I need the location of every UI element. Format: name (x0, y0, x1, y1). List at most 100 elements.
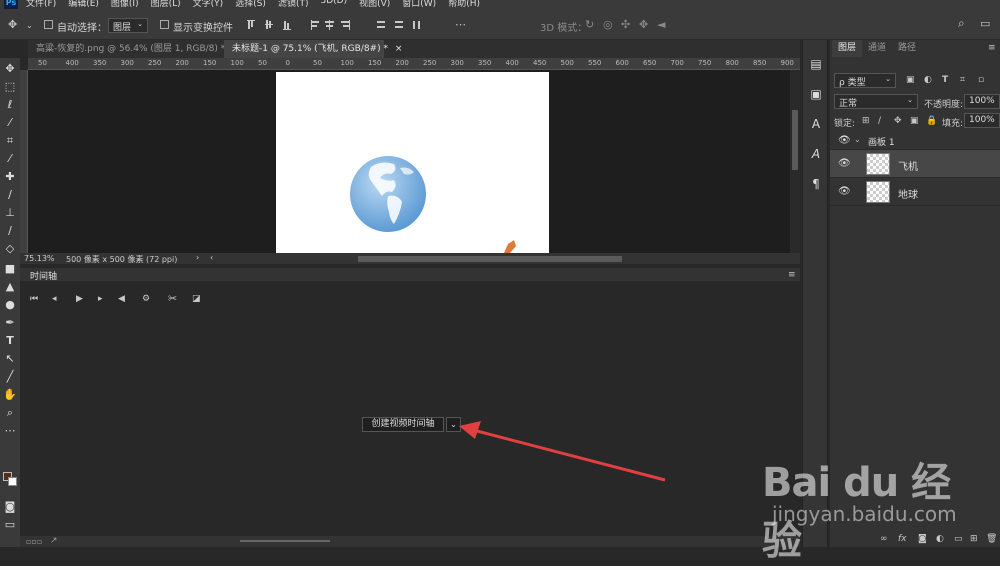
background-color-swatch[interactable] (8, 477, 17, 486)
more-tools-icon[interactable]: ⋯ (2, 424, 18, 438)
move-tool-icon[interactable]: ✥ (8, 19, 17, 30)
lasso-tool-icon[interactable]: ℓ (2, 98, 18, 112)
blur-tool-icon[interactable]: ▲ (2, 280, 18, 294)
frame-rate-icon[interactable]: ▫▫▫ (26, 537, 42, 546)
lock-position-icon[interactable]: ✥ (894, 116, 902, 127)
visibility-eye-icon[interactable]: 👁 (838, 158, 851, 169)
menu-view[interactable]: 视图(V) (359, 0, 390, 9)
auto-select-dropdown[interactable]: 图层 ⌄ (108, 18, 148, 33)
scroll-left-icon[interactable]: ‹ (210, 253, 213, 262)
close-icon[interactable]: × (395, 44, 403, 54)
slide-3d-icon[interactable]: ✥ (639, 19, 648, 30)
align-icons[interactable] (245, 18, 435, 32)
vertical-scrollbar[interactable] (790, 70, 800, 253)
orbit-3d-icon[interactable]: ↻ (585, 19, 594, 30)
lock-pixels-icon[interactable]: ∕ (878, 116, 881, 127)
zoom-tool-icon[interactable]: ⌕ (2, 406, 18, 420)
zoom-slider[interactable] (240, 540, 330, 542)
screen-mode-icon[interactable]: ▭ (2, 518, 18, 532)
menu-file[interactable]: 文件(F) (26, 0, 56, 9)
settings-gear-icon[interactable]: ⚙ (142, 294, 150, 305)
filter-shape-icon[interactable]: ⌗ (960, 75, 965, 86)
pan-3d-icon[interactable]: ✣ (621, 19, 630, 30)
panel-menu-icon[interactable]: ≡ (788, 270, 796, 281)
quick-mask-icon[interactable]: ◙ (2, 500, 18, 514)
healing-brush-icon[interactable]: ✚ (2, 170, 18, 184)
line-tool-icon[interactable]: ╱ (2, 370, 18, 384)
gradient-tool-icon[interactable]: ■ (2, 262, 18, 276)
new-group-icon[interactable]: ▭ (954, 534, 963, 545)
filter-pixel-icon[interactable]: ▣ (906, 75, 915, 86)
next-frame-icon[interactable]: ▸ (98, 294, 103, 305)
previous-frame-icon[interactable]: ◂ (52, 294, 57, 305)
filter-adjustment-icon[interactable]: ◐ (924, 75, 932, 86)
show-transform-checkbox[interactable] (160, 20, 169, 30)
zoom-level[interactable]: 75.13% (24, 254, 55, 263)
more-options-icon[interactable]: ⋯ (455, 19, 466, 30)
layer-row-airplane[interactable]: 👁 飞机 (830, 150, 1000, 178)
menu-select[interactable]: 选择(S) (235, 0, 266, 9)
panel-menu-icon[interactable]: ≡ (988, 43, 996, 54)
properties-panel-icon[interactable]: ▣ (808, 86, 824, 102)
first-frame-icon[interactable]: ⏮ (30, 294, 38, 305)
pen-tool-icon[interactable]: ✒ (2, 316, 18, 330)
chevron-right-icon[interactable]: › (196, 253, 199, 262)
blend-mode-dropdown[interactable]: 正常 ⌄ (834, 94, 918, 109)
new-layer-icon[interactable]: ⊞ (970, 534, 978, 545)
history-panel-icon[interactable]: ▤ (808, 56, 824, 72)
crop-tool-icon[interactable]: ⌗ (2, 134, 18, 148)
lock-transparent-icon[interactable]: ⊞ (862, 116, 870, 127)
character-panel-icon[interactable]: A (808, 116, 824, 132)
menu-edit[interactable]: 编辑(E) (68, 0, 99, 9)
timeline-title[interactable]: 时间轴 (30, 269, 57, 282)
glyphs-panel-icon[interactable]: A (808, 146, 824, 162)
dodge-tool-icon[interactable]: ● (2, 298, 18, 312)
menu-image[interactable]: 图像(I) (111, 0, 139, 9)
play-icon[interactable]: ▶ (76, 294, 83, 305)
workspace-icon[interactable]: ▭ (980, 18, 990, 29)
scissors-icon[interactable]: ✂ (168, 293, 177, 304)
menu-window[interactable]: 窗口(W) (402, 0, 436, 9)
menu-layer[interactable]: 图层(L) (151, 0, 181, 9)
render-video-icon[interactable]: ↗ (50, 536, 58, 546)
magic-wand-icon[interactable]: ⁄ (2, 116, 18, 130)
hand-tool-icon[interactable]: ✋ (2, 388, 18, 402)
canvas-area[interactable] (28, 70, 790, 253)
tab-document-1[interactable]: 高粱-恢复的.png @ 56.4% (图层 1, RGB/8) * × (28, 40, 240, 58)
layer-filter-dropdown[interactable]: ρ 类型 ⌄ (834, 73, 896, 88)
visibility-eye-icon[interactable]: 👁 (838, 135, 851, 146)
layer-row-earth[interactable]: 👁 地球 (830, 178, 1000, 206)
search-icon[interactable]: ⌕ (958, 17, 965, 29)
marquee-tool-icon[interactable]: ⬚ (2, 80, 18, 94)
document-canvas[interactable] (276, 72, 549, 253)
camera-3d-icon[interactable]: ◄ (657, 19, 665, 30)
lock-all-icon[interactable]: 🔒 (926, 116, 937, 127)
chevron-down-icon[interactable]: ⌄ (26, 20, 33, 31)
tab-channels[interactable]: 通道 (862, 40, 892, 57)
artboard-row[interactable]: 👁 ⌄ 画板 1 (830, 132, 1000, 150)
tab-document-2[interactable]: 未标题-1 @ 75.1% (飞机, RGB/8#) * × (224, 40, 402, 58)
menu-3d[interactable]: 3D(D) (320, 0, 347, 9)
audio-icon[interactable]: ◀ (118, 294, 125, 305)
auto-select-checkbox[interactable] (44, 20, 53, 30)
menu-help[interactable]: 帮助(H) (448, 0, 480, 9)
opacity-input[interactable]: 100% (964, 94, 1000, 109)
create-video-timeline-button[interactable]: 创建视频时间轴 (362, 417, 444, 432)
path-select-icon[interactable]: ↖ (2, 352, 18, 366)
chevron-down-icon[interactable]: ⌄ (854, 135, 861, 144)
paragraph-panel-icon[interactable]: ¶ (808, 176, 824, 192)
delete-layer-icon[interactable]: 🗑 (986, 534, 997, 545)
stamp-tool-icon[interactable]: ⊥ (2, 206, 18, 220)
filter-type-icon[interactable]: T (942, 75, 948, 86)
tab-paths[interactable]: 路径 (892, 40, 922, 57)
visibility-eye-icon[interactable]: 👁 (838, 186, 851, 197)
filter-smart-object-icon[interactable]: ▫ (978, 75, 984, 86)
horizontal-scrollbar[interactable] (358, 256, 622, 262)
menu-type[interactable]: 文字(Y) (193, 0, 224, 9)
move-tool-icon[interactable]: ✥ (2, 62, 18, 76)
brush-tool-icon[interactable]: ∕ (2, 188, 18, 202)
transition-icon[interactable]: ◪ (192, 294, 201, 305)
eyedropper-icon[interactable]: ⁄ (2, 152, 18, 166)
eraser-tool-icon[interactable]: ◇ (2, 242, 18, 256)
lock-artboard-icon[interactable]: ▣ (910, 116, 919, 127)
